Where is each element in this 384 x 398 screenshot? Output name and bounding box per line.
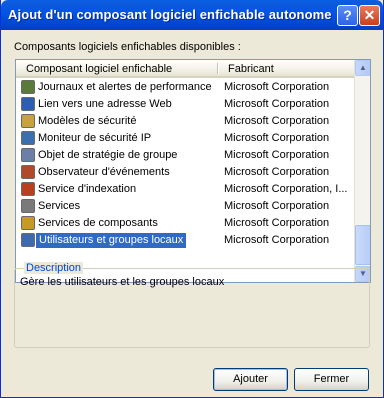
performance-logs-icon (21, 80, 35, 94)
list-item[interactable]: Journaux et alertes de performance Micros… (16, 79, 354, 96)
scrollbar-thumb[interactable] (355, 225, 370, 265)
snapin-name: Service d'indexation (38, 183, 137, 195)
list-rows: Journaux et alertes de performance Micros… (16, 79, 354, 249)
help-button[interactable]: ? (337, 5, 358, 26)
snapin-vendor: Microsoft Corporation (224, 149, 330, 161)
column-header-snapin[interactable]: Composant logiciel enfichable (26, 63, 172, 75)
snapin-name: Lien vers une adresse Web (38, 98, 172, 110)
component-services-icon (21, 216, 35, 230)
list-header: Composant logiciel enfichable Fabricant (16, 60, 354, 78)
snapin-name: Objet de stratégie de groupe (38, 149, 178, 161)
available-snapins-label: Composants logiciels enfichables disponi… (14, 41, 241, 53)
list-item[interactable]: Service d'indexation Microsoft Corporatio… (16, 181, 354, 198)
title-bar[interactable]: Ajout d'un composant logiciel enfichable… (1, 0, 383, 30)
snapin-vendor: Microsoft Corporation (224, 217, 330, 229)
snapin-name: Observateur d'événements (38, 166, 170, 178)
description-title: Description (24, 262, 84, 274)
snapin-vendor: Microsoft Corporation (224, 81, 330, 93)
snapin-name: Services (38, 200, 81, 212)
snapin-name: Services de composants (38, 217, 158, 229)
close-window-button[interactable]: ✕ (359, 5, 380, 26)
security-templates-icon (21, 114, 35, 128)
list-item[interactable]: Services de composants Microsoft Corporat… (16, 215, 354, 232)
snapin-vendor: Microsoft Corporation, I... (224, 183, 348, 195)
snapin-vendor: Microsoft Corporation (224, 234, 330, 246)
snapin-vendor: Microsoft Corporation (224, 200, 330, 212)
snapin-vendor: Microsoft Corporation (224, 166, 330, 178)
description-text: Gère les utilisateurs et les groupes loc… (20, 276, 225, 288)
add-button[interactable]: Ajouter (213, 368, 288, 391)
list-item[interactable]: Modèles de sécurité Microsoft Corporation (16, 113, 354, 130)
column-header-vendor[interactable]: Fabricant (228, 63, 274, 75)
list-item[interactable]: Observateur d'événements Microsoft Corpor… (16, 164, 354, 181)
list-item[interactable]: Objet de stratégie de groupe Microsoft Co… (16, 147, 354, 164)
local-users-groups-icon (21, 233, 35, 247)
window-title: Ajout d'un composant logiciel enfichable… (8, 7, 332, 22)
vertical-scrollbar[interactable]: ▲ ▼ (354, 60, 370, 282)
close-button[interactable]: Fermer (294, 368, 369, 391)
snapin-list[interactable]: Composant logiciel enfichable Fabricant … (15, 59, 371, 283)
list-item[interactable]: Services Microsoft Corporation (16, 198, 354, 215)
dialog-content: Composants logiciels enfichables disponi… (4, 30, 380, 394)
list-item[interactable]: Utilisateurs et groupes locaux Microsoft … (16, 232, 354, 249)
group-policy-icon (21, 148, 35, 162)
indexing-service-icon (21, 182, 35, 196)
snapin-name: Utilisateurs et groupes locaux (36, 233, 187, 248)
event-viewer-icon (21, 165, 35, 179)
web-link-icon (21, 97, 35, 111)
snapin-name: Moniteur de sécurité IP (38, 132, 152, 144)
services-icon (21, 199, 35, 213)
snapin-vendor: Microsoft Corporation (224, 132, 330, 144)
description-group: Description Gère les utilisateurs et les… (14, 262, 370, 348)
snapin-vendor: Microsoft Corporation (224, 115, 330, 127)
list-item[interactable]: Moniteur de sécurité IP Microsoft Corpora… (16, 130, 354, 147)
ip-security-monitor-icon (21, 131, 35, 145)
snapin-vendor: Microsoft Corporation (224, 98, 330, 110)
snapin-name: Modèles de sécurité (38, 115, 137, 127)
dialog-window: Ajout d'un composant logiciel enfichable… (0, 0, 384, 398)
column-divider[interactable] (217, 63, 219, 74)
list-item[interactable]: Lien vers une adresse Web Microsoft Corpo… (16, 96, 354, 113)
snapin-name: Journaux et alertes de performance (38, 81, 212, 93)
scroll-up-arrow-icon[interactable]: ▲ (355, 60, 370, 76)
